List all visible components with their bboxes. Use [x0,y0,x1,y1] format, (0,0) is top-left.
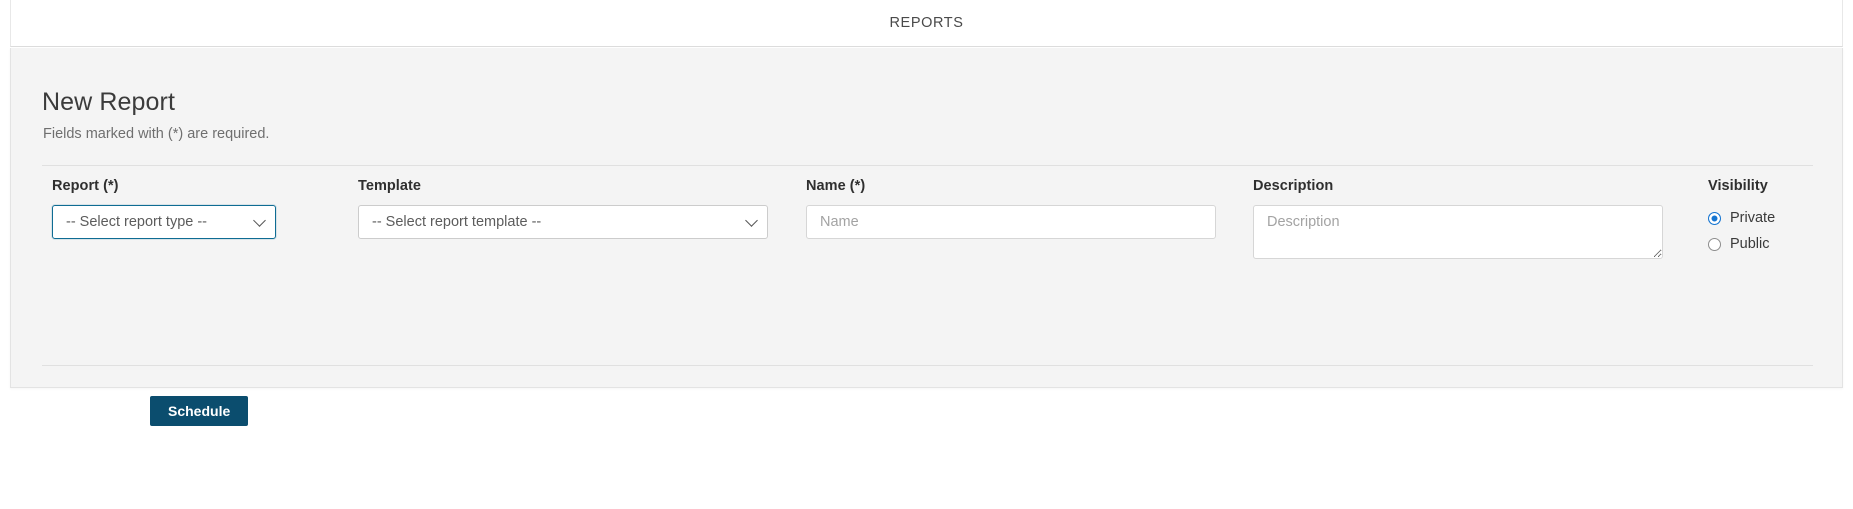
report-type-select[interactable]: -- Select report type -- -- Select repor… [52,205,276,239]
field-description: Description [1253,178,1663,264]
field-report: Report (*) -- Select report type -- -- S… [52,178,276,239]
report-template-select[interactable]: -- Select report template -- [358,205,768,239]
new-report-form: Report (*) -- Select report type -- -- S… [11,178,1842,358]
divider-top [42,165,1813,166]
report-type-selected-value: -- Select report type -- [66,214,208,230]
visibility-private-label: Private [1730,210,1776,226]
radio-unselected-icon[interactable] [1708,237,1721,251]
page-title: New Report [42,88,175,116]
page-header-title: REPORTS [889,15,964,31]
top-bar: REPORTS [10,0,1843,47]
chevron-down-icon [253,214,266,227]
field-name-label: Name (*) [806,178,866,194]
field-visibility: Visibility Private Public [1708,178,1848,257]
reports-page: REPORTS New Report Fields marked with (*… [0,0,1853,509]
radio-selected-icon[interactable] [1708,211,1721,225]
chevron-down-icon [745,214,758,227]
field-description-label: Description [1253,178,1334,194]
report-template-selected-value: -- Select report template -- [372,214,542,230]
visibility-option-private[interactable]: Private [1708,205,1848,231]
visibility-public-label: Public [1730,236,1770,252]
report-description-textarea[interactable] [1253,205,1663,259]
field-template: Template -- Select report template -- [358,178,768,239]
new-report-card: New Report Fields marked with (*) are re… [10,48,1843,388]
report-name-input[interactable] [806,205,1216,239]
divider-bottom [42,365,1813,366]
schedule-button[interactable]: Schedule [150,396,249,426]
field-name: Name (*) [806,178,1216,239]
visibility-option-public[interactable]: Public [1708,231,1848,257]
page-subtitle: Fields marked with (*) are required. [43,126,270,142]
field-visibility-label: Visibility [1708,178,1768,194]
field-report-label: Report (*) [52,178,119,194]
field-template-label: Template [358,178,421,194]
